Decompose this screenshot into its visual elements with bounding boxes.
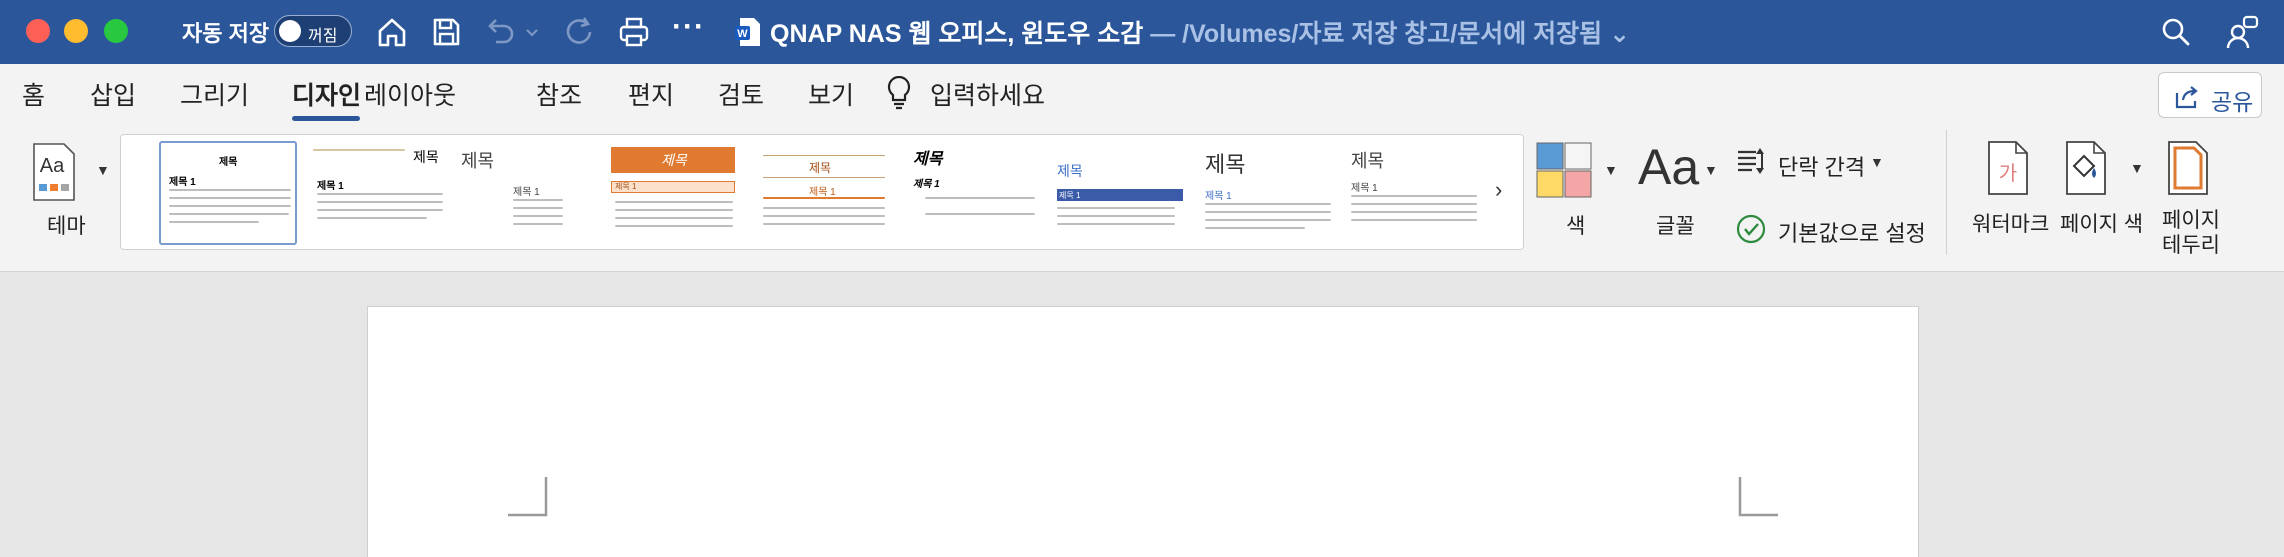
search-icon[interactable]	[2158, 14, 2194, 50]
themes-label: 테마	[47, 215, 86, 238]
colors-label: 색	[1566, 215, 1586, 238]
paragraph-spacing-button[interactable]: 단락 간격	[1778, 150, 1865, 182]
fonts-icon[interactable]: Aa	[1638, 138, 1699, 196]
tab-insert[interactable]: 삽입	[90, 76, 136, 112]
toggle-knob	[279, 20, 301, 42]
page-borders-icon[interactable]	[2166, 140, 2210, 196]
autosave-state: 꺼짐	[308, 28, 338, 45]
style-set-thumbnail[interactable]: 제목 제목 1	[759, 141, 897, 245]
page-color-label: 페이지 색	[2060, 213, 2144, 236]
document-title[interactable]: QNAP NAS 웹 오피스, 윈도우 소감 — /Volumes/자료 저장 …	[770, 14, 1630, 50]
svg-text:가: 가	[1999, 161, 2017, 185]
share-label: 공유	[2211, 89, 2254, 115]
themes-glyph: Aa	[40, 155, 65, 177]
style-set-thumbnail[interactable]: 제목 제목 1	[1343, 141, 1481, 245]
more-commands-icon[interactable]: ···	[672, 10, 705, 44]
page-color-icon[interactable]	[2064, 140, 2108, 196]
ribbon-design: Aa ▼ 테마 제목 제목 1 제목 제목 1 제목 제목 1 제목 제목 1 …	[0, 130, 2284, 272]
style-set-thumbnail[interactable]: 제목 제목 1	[457, 141, 595, 245]
tab-layout[interactable]: 레이아웃	[364, 76, 456, 112]
tab-design[interactable]: 디자인	[292, 76, 361, 112]
margin-corner-mark	[508, 477, 548, 517]
page-borders-label: 페이지 테두리	[2162, 209, 2220, 257]
account-icon[interactable]	[2224, 14, 2260, 50]
lightbulb-icon	[884, 74, 914, 110]
watermark-label: 워터마크	[1972, 213, 2050, 236]
set-as-default-button[interactable]: 기본값으로 설정	[1778, 216, 1926, 248]
tell-me-input[interactable]: 입력하세요	[930, 76, 1045, 112]
tab-review[interactable]: 검토	[718, 76, 764, 112]
zoom-window-button[interactable]	[104, 19, 128, 43]
style-set-thumbnail[interactable]: 제목 제목 1	[905, 141, 1043, 245]
watermark-icon[interactable]: 가	[1986, 140, 2030, 196]
paragraph-spacing-dropdown-icon[interactable]: ▼	[1870, 154, 1884, 170]
style-set-thumbnail[interactable]: 제목 제목 1	[611, 141, 749, 245]
title-bar: 자동 저장 꺼짐 ··· W QNAP NAS 웹 오피스, 윈도우 소감 — …	[0, 0, 2284, 64]
checkmark-icon	[1736, 214, 1766, 244]
fonts-dropdown-icon[interactable]: ▼	[1704, 162, 1718, 178]
page-color-dropdown-icon[interactable]: ▼	[2130, 160, 2144, 176]
style-set-thumbnail[interactable]: 제목 제목 1	[313, 141, 451, 245]
tab-references[interactable]: 참조	[536, 76, 582, 112]
svg-text:W: W	[737, 28, 748, 40]
autosave-toggle[interactable]: 꺼짐	[274, 15, 352, 47]
redo-icon[interactable]	[560, 12, 600, 52]
gallery-next-arrow-icon[interactable]: ›	[1495, 177, 1502, 203]
print-icon[interactable]	[614, 12, 654, 52]
undo-dropdown-icon[interactable]	[522, 12, 542, 52]
document-page[interactable]	[367, 306, 1919, 557]
title-chevron-icon: ⌄	[1609, 20, 1631, 48]
document-path: — /Volumes/자료 저장 창고/문서에 저장됨	[1143, 20, 1603, 48]
themes-dropdown-icon[interactable]: ▼	[96, 162, 110, 178]
autosave-label: 자동 저장	[182, 21, 270, 46]
style-set-thumbnail[interactable]: 제목 제목 1	[159, 141, 297, 245]
tab-mailings[interactable]: 편지	[628, 76, 674, 112]
active-tab-indicator	[292, 116, 360, 121]
undo-icon[interactable]	[480, 12, 520, 52]
ribbon-divider	[1946, 130, 1947, 255]
close-window-button[interactable]	[26, 19, 50, 43]
save-icon[interactable]	[426, 12, 466, 52]
tab-home[interactable]: 홈	[22, 76, 45, 112]
document-canvas	[0, 272, 2284, 557]
share-icon	[2175, 86, 2198, 109]
themes-button[interactable]: Aa	[30, 142, 90, 207]
home-icon[interactable]	[372, 12, 412, 52]
share-button[interactable]: 공유	[2158, 72, 2262, 118]
themes-icon: Aa	[33, 143, 75, 201]
style-set-gallery: 제목 제목 1 제목 제목 1 제목 제목 1 제목 제목 1 제목 제목 1 …	[120, 134, 1524, 250]
ribbon-tabs: 홈 삽입 그리기 디자인 레이아웃 참조 편지 검토 보기 입력하세요	[0, 64, 2284, 130]
margin-corner-mark	[1738, 477, 1778, 517]
colors-icon[interactable]	[1536, 142, 1592, 198]
style-set-thumbnail[interactable]: 제목 제목 1	[1049, 141, 1187, 245]
tab-view[interactable]: 보기	[808, 76, 854, 112]
fonts-label: 글꼴	[1656, 215, 1695, 238]
document-name: QNAP NAS 웹 오피스, 윈도우 소감	[770, 20, 1144, 48]
colors-dropdown-icon[interactable]: ▼	[1604, 162, 1618, 178]
paragraph-spacing-icon[interactable]	[1734, 144, 1768, 178]
tab-draw[interactable]: 그리기	[180, 76, 249, 112]
style-set-thumbnail[interactable]: 제목 제목 1	[1197, 141, 1335, 245]
word-app-icon: W	[734, 16, 762, 48]
minimize-window-button[interactable]	[64, 19, 88, 43]
